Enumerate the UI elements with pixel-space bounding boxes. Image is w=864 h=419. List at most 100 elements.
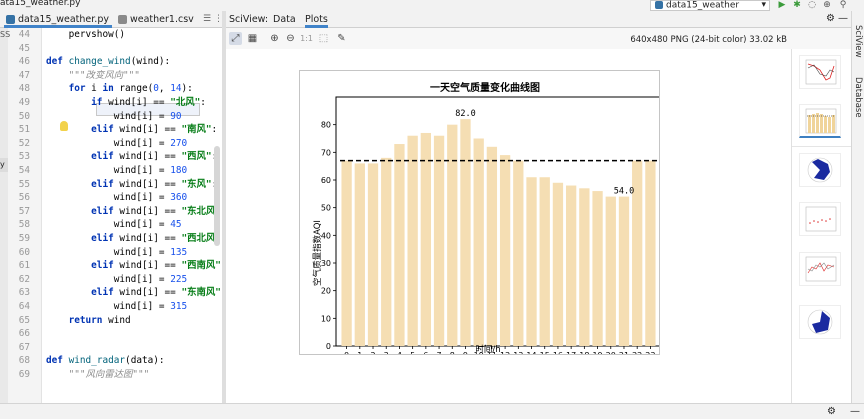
code-editor[interactable]: SS y 44 pervshow() 45 46 def change_wind(wi… <box>0 28 222 403</box>
tab-plots[interactable]: Plots <box>305 14 328 28</box>
line-number: 45 <box>18 42 30 54</box>
zoom-out-icon[interactable]: ⊖ <box>284 32 297 45</box>
line-number: 63 <box>18 287 30 299</box>
data-label: 54.0 <box>614 187 634 197</box>
code-line[interactable]: 60 wind[i] = 135 <box>0 246 222 260</box>
code-line[interactable]: 67 <box>0 341 222 355</box>
thumbnail-multi-line-chart[interactable] <box>799 252 841 286</box>
code-line[interactable]: 69 """风向雷达图""" <box>0 368 222 382</box>
bar <box>513 160 524 346</box>
line-number: 52 <box>18 137 30 149</box>
code-text: elif wind[i] == "南风": <box>91 124 218 136</box>
code-text: wind[i] = 315 <box>46 301 188 312</box>
bar <box>486 146 498 346</box>
line-number: 56 <box>18 192 30 204</box>
run-icon[interactable]: ▶ <box>777 0 787 10</box>
actual-size-icon[interactable]: 1:1 <box>300 32 313 45</box>
code-line[interactable]: 66 <box>0 327 222 341</box>
thumbnail-separator <box>792 146 852 147</box>
code-line[interactable]: 68 def wind_radar(data): <box>0 354 222 368</box>
code-line[interactable]: 58 wind[i] = 45 <box>0 218 222 232</box>
plot-figure: 一天空气质量变化曲线图 01020304050607080 0123456789… <box>299 70 662 360</box>
debug-icon[interactable]: ✱ <box>792 0 802 10</box>
code-line[interactable]: 62 wind[i] = 225 <box>0 273 222 287</box>
stop-icon[interactable]: ◌ <box>807 0 817 10</box>
x-tick-label: 13 <box>513 351 523 354</box>
code-line[interactable]: 64 wind[i] = 315 <box>0 300 222 314</box>
editor-scrollbar[interactable] <box>214 146 220 246</box>
code-text: elif wind[i] == "西南风": <box>91 260 222 272</box>
code-line[interactable]: 59 elif wind[i] == "西北风": <box>0 232 222 246</box>
thumbnail-scatter-chart[interactable] <box>799 202 841 236</box>
code-line[interactable]: 52 wind[i] = 270 <box>0 137 222 151</box>
tab-list-icon[interactable]: ☰ <box>203 14 211 24</box>
thumbnail-radar-chart[interactable] <box>799 305 841 339</box>
bar <box>460 119 471 346</box>
minimize-icon[interactable]: — <box>850 406 860 417</box>
code-line[interactable]: 54 wind[i] = 180 <box>0 164 222 178</box>
tab-data15-weather[interactable]: data15_weather.py ✕ <box>4 11 112 42</box>
run-configuration-select[interactable]: data15_weather ▾ <box>650 0 770 11</box>
search-icon[interactable]: ⚲ <box>838 0 848 10</box>
thumbnail-polar-chart[interactable] <box>799 153 841 187</box>
gear-icon[interactable]: ⚙ <box>826 13 835 24</box>
code-line[interactable]: 53 elif wind[i] == "西风": <box>0 150 222 164</box>
tab-data[interactable]: Data <box>273 14 296 25</box>
sciview-title: SciView: <box>229 14 269 25</box>
line-number: 61 <box>18 260 30 272</box>
code-line[interactable]: 57 elif wind[i] == "东北风": <box>0 205 222 219</box>
bar <box>552 182 564 346</box>
line-number: 60 <box>18 246 30 258</box>
bar-chart: 一天空气质量变化曲线图 01020304050607080 0123456789… <box>312 81 662 360</box>
thumbnail-line-chart[interactable] <box>799 55 841 89</box>
line-number: 64 <box>18 301 30 312</box>
code-line[interactable]: 56 wind[i] = 360 <box>0 191 222 205</box>
code-line[interactable]: 63 elif wind[i] == "东南风": <box>0 286 222 300</box>
fit-icon[interactable]: ⤢ <box>229 32 242 45</box>
thumbnail-bar-chart[interactable] <box>799 104 841 138</box>
code-text: wind[i] = 180 <box>46 165 188 176</box>
bar <box>420 132 432 346</box>
y-tick-label: 70 <box>321 148 331 157</box>
code-text: def change_wind(wind): <box>46 56 171 68</box>
line-number: 46 <box>18 56 30 68</box>
code-line[interactable]: 55 elif wind[i] == "东风": <box>0 178 222 192</box>
code-text: wind[i] = 135 <box>46 246 188 258</box>
zoom-in-icon[interactable]: ⊕ <box>268 32 281 45</box>
tab-label: weather1.csv <box>130 14 194 25</box>
code-line[interactable]: 44 pervshow() <box>0 28 222 42</box>
code-text: wind[i] = 225 <box>46 273 188 285</box>
code-line[interactable]: 65 return wind <box>0 314 222 328</box>
y-tick-label: 10 <box>321 314 331 323</box>
color-picker-icon[interactable]: ✎ <box>335 32 348 45</box>
code-line[interactable]: 46 def change_wind(wind): <box>0 55 222 69</box>
x-tick-label: 12 <box>500 351 510 354</box>
database-side-tab[interactable]: Database <box>853 77 863 118</box>
code-line[interactable]: 51 elif wind[i] == "南风": <box>0 123 222 137</box>
y-tick-label: 0 <box>326 342 331 351</box>
code-line[interactable]: 49 if wind[i] == "北风": <box>0 96 222 110</box>
code-line[interactable]: 47 """改变风向""" <box>0 69 222 83</box>
line-number: 51 <box>18 124 30 136</box>
code-line[interactable]: 45 <box>0 42 222 56</box>
code-text: elif wind[i] == "东风": <box>91 178 217 190</box>
bar <box>618 196 630 346</box>
x-tick-label: 9 <box>463 351 468 354</box>
code-text: pervshow() <box>68 29 126 40</box>
code-line[interactable]: 48 for i in range(0, 14): <box>0 82 222 96</box>
tab-weather1-csv[interactable]: weather1.csv ✕ <box>116 11 200 42</box>
minimize-icon[interactable]: — <box>838 13 848 24</box>
code-line[interactable]: 50 wind[i] = 90 <box>0 110 222 124</box>
code-text: elif wind[i] == "东北风": <box>91 205 222 217</box>
grid-icon[interactable]: ▦ <box>246 32 259 45</box>
image-info: 640x480 PNG (24-bit color) 33.02 kB <box>630 35 787 45</box>
code-line[interactable]: 61 elif wind[i] == "西南风": <box>0 259 222 273</box>
bar <box>447 124 458 346</box>
sciview-side-tab[interactable]: SciView <box>853 25 863 58</box>
plot-thumbnails <box>791 49 852 403</box>
y-tick-label: 60 <box>321 176 331 185</box>
x-tick-label: 22 <box>632 351 642 354</box>
coverage-icon[interactable]: ⊕ <box>822 0 832 10</box>
gear-icon[interactable]: ⚙ <box>827 406 836 417</box>
fit-screen-icon[interactable]: ⬚ <box>317 32 330 45</box>
